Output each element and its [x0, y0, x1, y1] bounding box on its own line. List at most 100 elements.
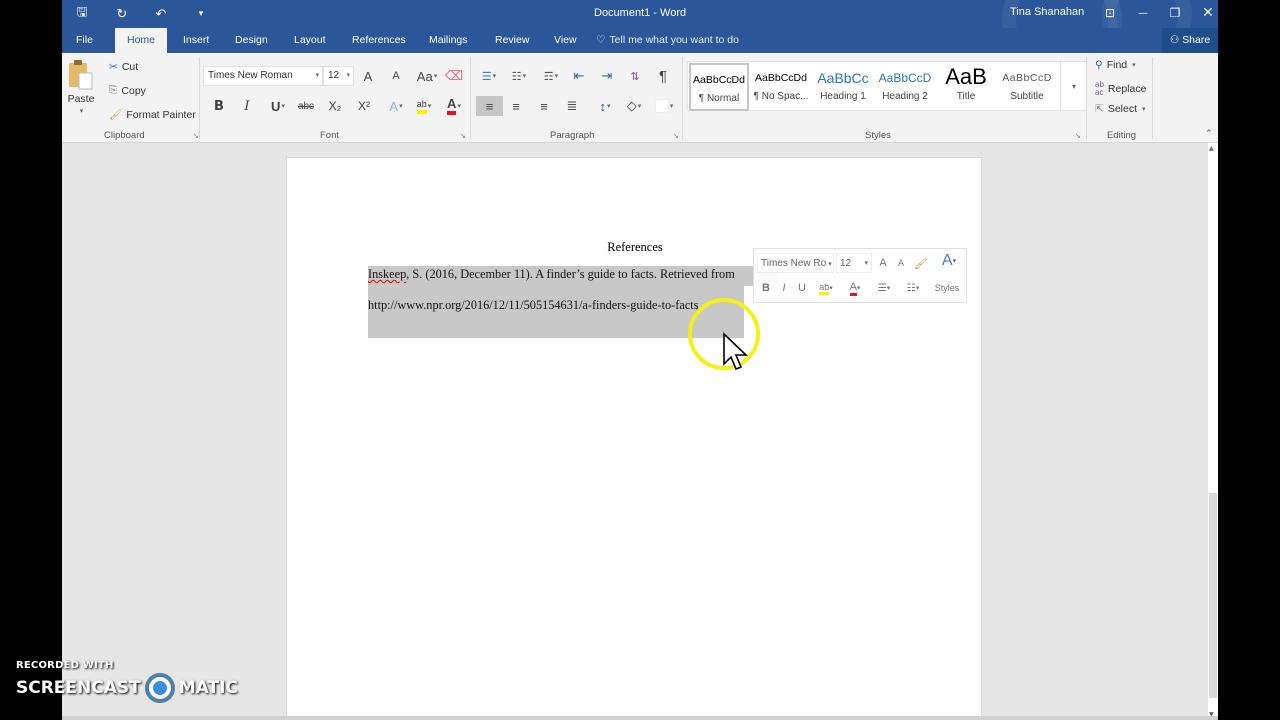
superscript-button[interactable]: X² [353, 96, 375, 116]
style-label: ¶ No Spac... [753, 91, 809, 102]
clipboard-launcher-icon[interactable]: ↘ [193, 132, 199, 140]
mini-font-color-button[interactable]: A ▾ [843, 279, 867, 297]
customize-qat-icon[interactable]: ▾ [190, 4, 212, 24]
mini-underline-button[interactable]: U [795, 279, 809, 297]
close-button[interactable]: ✕ [1194, 3, 1218, 23]
tab-insert[interactable]: Insert [175, 28, 217, 53]
style-normal[interactable]: AaBbCcDd ¶ Normal [689, 63, 749, 111]
style-title[interactable]: AaB Title [936, 63, 996, 111]
font-name-combo[interactable]: Times New Roman ▾ [203, 66, 323, 86]
highlight-button[interactable]: ab ▾ [410, 96, 438, 116]
user-name[interactable]: Tina Shanahan [1010, 6, 1084, 18]
redo-icon[interactable]: ↻ [111, 4, 133, 24]
collapse-ribbon-icon[interactable]: ⌃ [1205, 128, 1213, 139]
share-button[interactable]: ⚇ Share [1162, 28, 1218, 53]
bold-button[interactable]: B [208, 96, 230, 116]
borders-button[interactable]: ▾ [650, 96, 678, 116]
clear-formatting-icon[interactable]: ⌫ [443, 66, 465, 86]
tab-design[interactable]: Design [227, 28, 276, 53]
mini-bullets-button[interactable]: ☰ ▾ [872, 279, 896, 297]
mini-font-name-combo[interactable]: Times New Ro ▾ [757, 253, 834, 273]
cut-button[interactable]: ✂ Cut [109, 61, 138, 73]
grow-font-button[interactable]: A [357, 66, 379, 86]
tab-view[interactable]: View [546, 28, 585, 53]
mini-format-painter-icon[interactable]: 🖌 [913, 254, 929, 272]
underline-button[interactable]: U ▾ [264, 96, 292, 116]
screencast-watermark: RECORDED WITH SCREENCAST MATIC [16, 660, 238, 703]
shading-button[interactable]: ◇ ▾ [620, 96, 648, 116]
numbering-button[interactable]: ☷ ▾ [505, 66, 533, 86]
multilevel-list-button[interactable]: ☶ ▾ [537, 66, 565, 86]
select-label: Select [1107, 103, 1137, 115]
restore-button[interactable]: ❐ [1161, 3, 1189, 23]
style-subtitle[interactable]: AaBbCcD Subtitle [997, 63, 1057, 111]
align-right-button[interactable]: ≡ [533, 96, 555, 116]
tab-review[interactable]: Review [487, 28, 537, 53]
font-color-button[interactable]: A ▾ [440, 96, 468, 116]
replace-label: Replace [1107, 83, 1147, 95]
sort-button[interactable]: ⇅ [624, 66, 646, 86]
tab-file[interactable]: File [68, 28, 101, 53]
style-no-spacing[interactable]: AaBbCcDd ¶ No Spac... [751, 63, 811, 111]
chevron-down-icon: ▾ [281, 103, 285, 110]
cut-label: Cut [121, 61, 139, 73]
undo-icon[interactable]: ↶ [150, 4, 172, 24]
subscript-button[interactable]: X₂ [324, 96, 346, 116]
strikethrough-button[interactable]: abc [295, 96, 317, 116]
justify-button[interactable]: ≣ [561, 96, 583, 116]
styles-launcher-icon[interactable]: ↘ [1075, 132, 1081, 140]
mouse-pointer-icon [723, 332, 748, 371]
mini-font-size-combo[interactable]: 12 ▾ [836, 253, 872, 273]
paste-button[interactable]: Paste ▾ [66, 59, 96, 115]
styles-group-label: Styles [865, 130, 891, 141]
replace-button[interactable]: ab ac Replace [1095, 81, 1146, 97]
chevron-down-icon: ▾ [828, 261, 832, 268]
tab-home[interactable]: Home [115, 28, 167, 53]
ribbon-display-options-button[interactable]: ⊡ [1096, 3, 1124, 23]
decrease-indent-button[interactable]: ⇤ [568, 66, 590, 86]
select-button[interactable]: ⇱ Select ▾ [1095, 103, 1146, 115]
bullets-button[interactable]: ☰ ▾ [475, 66, 503, 86]
minimize-button[interactable]: — [1129, 3, 1157, 23]
show-formatting-button[interactable]: ¶ [652, 66, 674, 86]
font-size-combo[interactable]: 12 ▾ [323, 66, 354, 86]
editing-group-label: Editing [1107, 130, 1137, 141]
text-effects-button[interactable]: A ▾ [382, 96, 410, 116]
scroll-up-icon[interactable]: ▲ [1209, 145, 1214, 152]
chevron-down-icon: ▾ [1132, 62, 1136, 69]
mini-numbering-button[interactable]: ☷ ▾ [900, 279, 926, 297]
italic-button[interactable]: I [236, 96, 258, 116]
find-button[interactable]: ⚲ Find ▾ [1095, 59, 1136, 71]
scroll-thumb[interactable] [1209, 493, 1217, 698]
mini-styles-effects-icon[interactable]: A ▾ [935, 252, 963, 270]
tab-mailings[interactable]: Mailings [421, 28, 476, 53]
style-heading-2[interactable]: AaBbCcD Heading 2 [875, 63, 935, 111]
tab-layout[interactable]: Layout [286, 28, 334, 53]
style-heading-1[interactable]: AaBbCc Heading 1 [813, 63, 873, 111]
align-left-button[interactable]: ≡ [476, 96, 503, 116]
mini-bold-button[interactable]: B [758, 279, 774, 297]
mini-grow-font-button[interactable]: A [876, 254, 890, 272]
mini-styles-button[interactable]: Styles [931, 279, 963, 297]
save-icon[interactable]: 🖫 [71, 4, 93, 24]
shrink-font-button[interactable]: A [385, 66, 407, 86]
font-launcher-icon[interactable]: ↘ [460, 132, 466, 140]
mini-shrink-font-button[interactable]: A [894, 254, 908, 272]
vertical-scrollbar[interactable]: ▲ ▼ [1208, 143, 1218, 720]
align-center-button[interactable]: ≡ [505, 96, 527, 116]
mini-italic-button[interactable]: I [777, 279, 791, 297]
format-painter-button[interactable]: 🖌 Format Painter [109, 108, 196, 122]
document-page[interactable]: References Inskeep, S. (2016, December 1… [286, 157, 982, 720]
screencast-logo-icon [144, 673, 175, 703]
tab-references[interactable]: References [344, 28, 414, 53]
mini-highlight-button[interactable]: ab ▾ [814, 279, 838, 297]
copy-button[interactable]: ⎘ Copy [109, 84, 146, 97]
change-case-label: Aa [416, 68, 433, 84]
home-ribbon: Paste ▾ ✂ Cut ⎘ Copy 🖌 Format Painter Cl… [62, 53, 1218, 143]
line-spacing-button[interactable]: ↕ ▾ [591, 96, 619, 116]
increase-indent-button[interactable]: ⇥ [596, 66, 618, 86]
styles-more-button[interactable]: ▾ [1060, 62, 1087, 110]
tell-me-search[interactable]: ♡ Tell me what you want to do [596, 28, 739, 53]
change-case-button[interactable]: Aa ▾ [413, 66, 441, 86]
paragraph-launcher-icon[interactable]: ↘ [673, 132, 679, 140]
